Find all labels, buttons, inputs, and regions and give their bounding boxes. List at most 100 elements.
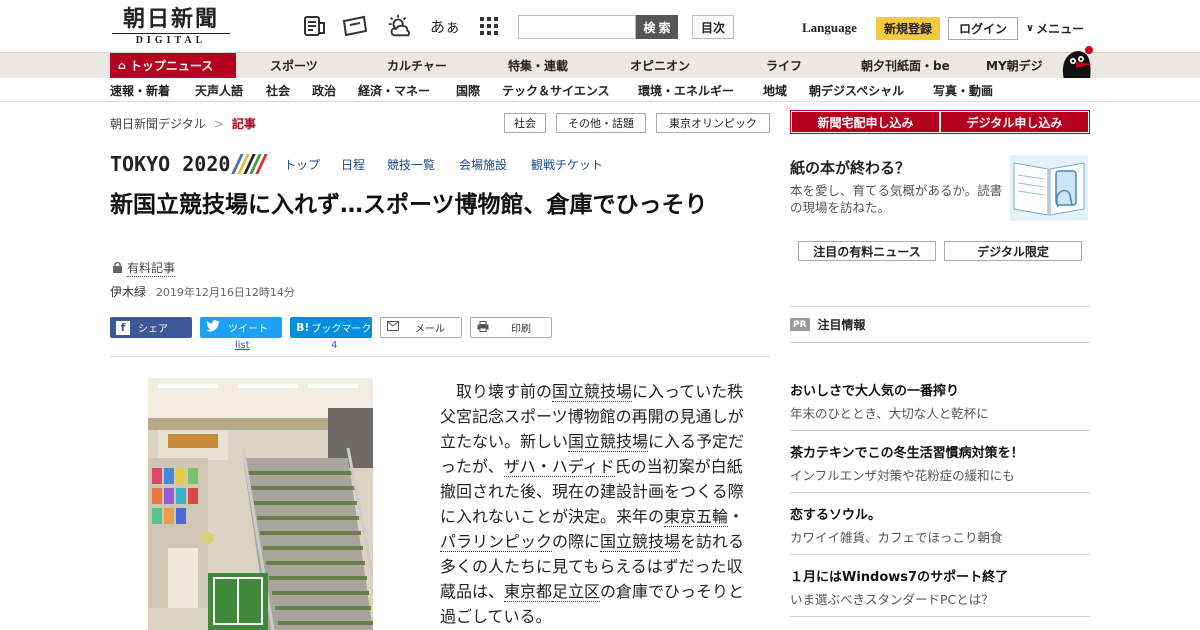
ad-title[interactable]: １月にはWindows7のサポート終了 [790,566,1008,585]
nav2-society[interactable]: 社会 [266,82,290,99]
subscribe-paper-button[interactable]: 新聞宅配申し込み [792,112,939,132]
sidebar-divider [790,306,1090,307]
ad-title[interactable]: おいしさで大人気の一番搾り [790,380,959,399]
tokyo2020-link-tickets[interactable]: 観戦チケット [531,156,603,173]
breadcrumb-current: 記事 [231,117,256,131]
pr-badge: PR [790,318,810,331]
tokyo2020-link-events[interactable]: 競技一覧 [387,156,435,173]
tokyo2020-link-top[interactable]: トップ [284,156,320,173]
tokyo2020-logo[interactable]: TOKYO 2020 [110,152,269,176]
promo-title[interactable]: 紙の本が終わる？ [790,157,910,178]
article-keyword-link[interactable]: ザハ・ハディド [503,457,615,477]
article-keyword-link[interactable]: パラリンピック [440,532,553,552]
toc-button[interactable]: 目次 [692,15,734,39]
article-keyword-link[interactable]: 東京五輪 [664,507,729,527]
article-body-text: ・ [728,507,745,526]
breadcrumb-home[interactable]: 朝日新聞デジタル [110,115,206,132]
sidebar-divider [790,342,1090,343]
nav-top-news[interactable]: ⌂ トップニュース [110,53,236,78]
twitter-icon [206,320,220,335]
article-keyword-link[interactable]: 国立競技場 [568,432,649,452]
mascot-icon[interactable] [1056,44,1094,80]
ad-description: インフルエンザ対策や花粉症の緩和にも [790,468,1015,483]
promo-illustration[interactable] [1010,155,1088,221]
tokyo2020-link-venues[interactable]: 会場施設 [459,156,507,173]
logo-en: DIGITAL [112,33,230,46]
language-link[interactable]: Language [802,20,857,36]
article-photo[interactable] [148,378,373,630]
nav-opinion[interactable]: オピニオン [630,53,690,78]
hatena-bookmark-button[interactable]: B! ブックマーク [290,317,372,338]
tokyo2020-stripes-icon [231,154,269,174]
publish-date: 2019年12月16日12時14分 [155,286,295,299]
search-button[interactable]: 検 索 [636,15,678,39]
digital-only-button[interactable]: デジタル限定 [944,241,1082,261]
article-body-text: の際に [552,532,601,551]
nav2-politics[interactable]: 政治 [312,82,336,99]
ticket-icon[interactable] [342,14,368,38]
text-size-icon[interactable]: あぁ [430,14,460,38]
paid-news-button[interactable]: 注目の有料ニュース [798,241,936,261]
ad-divider [790,616,1090,617]
nav2-photo-video[interactable]: 写真・動画 [933,82,993,99]
nav-sports[interactable]: スポーツ [270,53,318,78]
article-keyword-link[interactable]: 東京都 [504,582,553,602]
signup-button[interactable]: 新規登録 [876,17,940,40]
site-logo[interactable]: 朝日新聞 DIGITAL [112,6,230,46]
tokyo2020-link-schedule[interactable]: 日程 [341,156,365,173]
nav-features[interactable]: 特集・連載 [508,53,568,78]
ad-description: いま選ぶべきスタンダードPCとは？ [790,592,994,607]
article-keyword-link[interactable]: 国立競技場 [600,532,681,552]
article-keyword-link[interactable]: 国立競技場 [552,382,633,402]
nav2-special[interactable]: 朝デジスペシャル [809,82,904,99]
breadcrumb-separator: > [213,116,224,131]
twitter-count[interactable]: list [235,340,250,351]
nav2-environment[interactable]: 環境・エネルギー [638,82,734,99]
nav-life[interactable]: ライフ [766,53,802,78]
nav-my-asahi[interactable]: MY朝デジ [986,53,1043,78]
paid-article-label[interactable]: 有料記事 [112,259,176,277]
secondary-nav: 速報・新着 天声人語 社会 政治 経済・マネー 国際 テック＆サイエンス 環境・… [0,78,1200,102]
paid-label-text: 有料記事 [127,261,176,277]
hatena-count[interactable]: 4 [331,340,337,351]
article-divider [110,356,770,357]
ad-description: 年末のひととき、大切な人と乾杯に [790,406,989,421]
nav-culture[interactable]: カルチャー [387,53,447,78]
nav2-international[interactable]: 国際 [456,82,480,99]
nav2-breaking[interactable]: 速報・新着 [110,82,170,99]
ad-divider [790,430,1090,431]
mail-icon [387,321,399,334]
nav2-economy[interactable]: 経済・マネー [358,82,430,99]
mail-label: メール [415,324,445,335]
byline: 伊木緑 2019年12月16日12時14分 [110,283,295,300]
pr-heading-text: 注目情報 [817,318,866,332]
article-keyword-link[interactable]: 足立区 [552,582,601,602]
tag-society[interactable]: 社会 [504,113,546,133]
twitter-share-label: ツイート [228,324,268,335]
nav2-region[interactable]: 地域 [763,82,787,99]
promo-description: 本を愛し、育てる気概があるか。読書の現場を訪ねた。 [790,183,1003,215]
nav2-tenseijingo[interactable]: 天声人語 [195,82,243,99]
facebook-share-button[interactable]: f シェア [110,317,192,338]
nav2-tech[interactable]: テック＆サイエンス [502,82,610,99]
subscribe-digital-button[interactable]: デジタル申し込み [941,112,1088,132]
print-button[interactable]: 印刷 [470,317,552,338]
grid-icon[interactable] [476,14,502,38]
tag-tokyo-olympics[interactable]: 東京オリンピック [656,113,770,133]
twitter-share-button[interactable]: ツイート [200,317,282,338]
ad-title[interactable]: 茶カテキンでこの冬生活習慣病対策を！ [790,442,1024,461]
subscribe-box: 新聞宅配申し込み デジタル申し込み [790,110,1090,134]
newspaper-icon[interactable] [302,14,328,38]
primary-nav: ⌂ トップニュース スポーツ カルチャー 特集・連載 オピニオン ライフ 朝夕刊… [0,52,1200,78]
facebook-icon: f [116,320,130,335]
nav-paper[interactable]: 朝夕刊紙面・be [861,53,950,78]
ad-title[interactable]: 恋するソウル。 [790,504,881,523]
login-button[interactable]: ログイン [948,17,1018,40]
tag-misc[interactable]: その他・話題 [556,113,646,133]
menu-button[interactable]: ∨ メニュー [1026,20,1084,37]
weather-icon[interactable] [386,14,412,38]
chevron-down-icon: ∨ [1026,23,1035,34]
mail-share-button[interactable]: メール [380,317,462,338]
search-input[interactable] [518,15,636,39]
facebook-share-label: シェア [138,324,168,335]
